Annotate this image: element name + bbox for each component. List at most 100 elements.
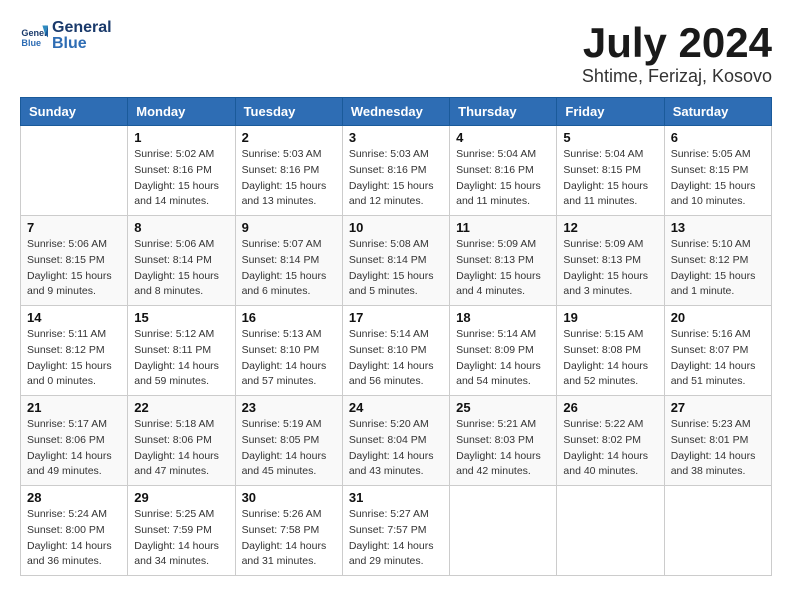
day-number: 21 [27, 400, 121, 415]
calendar-week-row: 14 Sunrise: 5:11 AMSunset: 8:12 PMDayligh… [21, 306, 772, 396]
calendar-cell: 24Sunrise: 5:20 AMSunset: 8:04 PMDayligh… [342, 396, 449, 486]
day-number: 5 [563, 130, 657, 145]
day-info: Sunrise: 5:05 AMSunset: 8:15 PMDaylight:… [671, 147, 765, 210]
day-info: Sunrise: 5:24 AMSunset: 8:00 PMDaylight:… [27, 507, 121, 570]
logo-text-general: General [52, 20, 112, 36]
day-number: 11 [456, 220, 550, 235]
day-number: 7 [27, 220, 121, 235]
calendar-cell [21, 126, 128, 216]
day-info: Sunrise: 5:03 AMSunset: 8:16 PMDaylight:… [349, 147, 443, 210]
day-number: 14 [27, 310, 121, 325]
day-info: Sunrise: 5:07 AMSunset: 8:14 PMDaylight:… [242, 237, 336, 300]
calendar-cell: 25 Sunrise: 5:21 AMSunset: 8:03 PMDayligh… [450, 396, 557, 486]
calendar-week-row: 28 Sunrise: 5:24 AMSunset: 8:00 PMDayligh… [21, 486, 772, 576]
day-number: 9 [242, 220, 336, 235]
day-info: Sunrise: 5:23 AMSunset: 8:01 PMDaylight:… [671, 417, 765, 480]
calendar-cell: 21 Sunrise: 5:17 AMSunset: 8:06 PMDayligh… [21, 396, 128, 486]
day-info: Sunrise: 5:09 AMSunset: 8:13 PMDaylight:… [456, 237, 550, 300]
day-number: 19 [563, 310, 657, 325]
day-info: Sunrise: 5:17 AMSunset: 8:06 PMDaylight:… [27, 417, 121, 480]
calendar-cell: 18 Sunrise: 5:14 AMSunset: 8:09 PMDayligh… [450, 306, 557, 396]
weekday-header-friday: Friday [557, 98, 664, 126]
day-info: Sunrise: 5:18 AMSunset: 8:06 PMDaylight:… [134, 417, 228, 480]
day-number: 2 [242, 130, 336, 145]
calendar-cell: 3 Sunrise: 5:03 AMSunset: 8:16 PMDaylight… [342, 126, 449, 216]
day-number: 8 [134, 220, 228, 235]
day-number: 22 [134, 400, 228, 415]
day-info: Sunrise: 5:11 AMSunset: 8:12 PMDaylight:… [27, 327, 121, 390]
day-info: Sunrise: 5:06 AMSunset: 8:14 PMDaylight:… [134, 237, 228, 300]
day-info: Sunrise: 5:21 AMSunset: 8:03 PMDaylight:… [456, 417, 550, 480]
day-info: Sunrise: 5:10 AMSunset: 8:12 PMDaylight:… [671, 237, 765, 300]
day-info: Sunrise: 5:22 AMSunset: 8:02 PMDaylight:… [563, 417, 657, 480]
calendar-cell: 31 Sunrise: 5:27 AMSunset: 7:57 PMDayligh… [342, 486, 449, 576]
day-info: Sunrise: 5:26 AMSunset: 7:58 PMDaylight:… [242, 507, 336, 570]
calendar-cell [557, 486, 664, 576]
day-number: 25 [456, 400, 550, 415]
calendar-cell: 9 Sunrise: 5:07 AMSunset: 8:14 PMDaylight… [235, 216, 342, 306]
calendar-cell [450, 486, 557, 576]
day-number: 17 [349, 310, 443, 325]
day-number: 24 [349, 400, 443, 415]
calendar-cell: 27 Sunrise: 5:23 AMSunset: 8:01 PMDayligh… [664, 396, 771, 486]
day-info: Sunrise: 5:06 AMSunset: 8:15 PMDaylight:… [27, 237, 121, 300]
calendar-cell: 4 Sunrise: 5:04 AMSunset: 8:16 PMDaylight… [450, 126, 557, 216]
day-info: Sunrise: 5:19 AMSunset: 8:05 PMDaylight:… [242, 417, 336, 480]
calendar-cell [664, 486, 771, 576]
svg-text:Blue: Blue [21, 38, 41, 48]
day-info: Sunrise: 5:16 AMSunset: 8:07 PMDaylight:… [671, 327, 765, 390]
calendar-cell: 23 Sunrise: 5:19 AMSunset: 8:05 PMDayligh… [235, 396, 342, 486]
calendar-cell: 28 Sunrise: 5:24 AMSunset: 8:00 PMDayligh… [21, 486, 128, 576]
day-info: Sunrise: 5:02 AMSunset: 8:16 PMDaylight:… [134, 147, 228, 210]
weekday-header-row: SundayMondayTuesdayWednesdayThursdayFrid… [21, 98, 772, 126]
day-number: 29 [134, 490, 228, 505]
day-number: 3 [349, 130, 443, 145]
day-number: 28 [27, 490, 121, 505]
location-subtitle: Shtime, Ferizaj, Kosovo [582, 66, 772, 87]
calendar-cell: 1Sunrise: 5:02 AMSunset: 8:16 PMDaylight… [128, 126, 235, 216]
calendar-cell: 6 Sunrise: 5:05 AMSunset: 8:15 PMDaylight… [664, 126, 771, 216]
day-info: Sunrise: 5:25 AMSunset: 7:59 PMDaylight:… [134, 507, 228, 570]
calendar-cell: 13 Sunrise: 5:10 AMSunset: 8:12 PMDayligh… [664, 216, 771, 306]
calendar-cell: 29 Sunrise: 5:25 AMSunset: 7:59 PMDayligh… [128, 486, 235, 576]
day-number: 13 [671, 220, 765, 235]
calendar-cell: 17Sunrise: 5:14 AMSunset: 8:10 PMDayligh… [342, 306, 449, 396]
calendar-cell: 19Sunrise: 5:15 AMSunset: 8:08 PMDayligh… [557, 306, 664, 396]
day-info: Sunrise: 5:04 AMSunset: 8:16 PMDaylight:… [456, 147, 550, 210]
calendar-week-row: 21 Sunrise: 5:17 AMSunset: 8:06 PMDayligh… [21, 396, 772, 486]
calendar-week-row: 1Sunrise: 5:02 AMSunset: 8:16 PMDaylight… [21, 126, 772, 216]
day-number: 6 [671, 130, 765, 145]
calendar-cell: 7 Sunrise: 5:06 AMSunset: 8:15 PMDaylight… [21, 216, 128, 306]
day-info: Sunrise: 5:09 AMSunset: 8:13 PMDaylight:… [563, 237, 657, 300]
day-info: Sunrise: 5:12 AMSunset: 8:11 PMDaylight:… [134, 327, 228, 390]
calendar-cell: 20 Sunrise: 5:16 AMSunset: 8:07 PMDayligh… [664, 306, 771, 396]
logo-icon: General Blue [20, 22, 48, 50]
weekday-header-saturday: Saturday [664, 98, 771, 126]
calendar-cell: 22 Sunrise: 5:18 AMSunset: 8:06 PMDayligh… [128, 396, 235, 486]
day-number: 27 [671, 400, 765, 415]
day-number: 4 [456, 130, 550, 145]
day-info: Sunrise: 5:14 AMSunset: 8:09 PMDaylight:… [456, 327, 550, 390]
weekday-header-sunday: Sunday [21, 98, 128, 126]
calendar-cell: 26Sunrise: 5:22 AMSunset: 8:02 PMDayligh… [557, 396, 664, 486]
day-number: 31 [349, 490, 443, 505]
day-number: 18 [456, 310, 550, 325]
day-number: 20 [671, 310, 765, 325]
weekday-header-thursday: Thursday [450, 98, 557, 126]
calendar-cell: 15Sunrise: 5:12 AMSunset: 8:11 PMDayligh… [128, 306, 235, 396]
calendar-cell: 2Sunrise: 5:03 AMSunset: 8:16 PMDaylight… [235, 126, 342, 216]
weekday-header-monday: Monday [128, 98, 235, 126]
day-number: 10 [349, 220, 443, 235]
weekday-header-tuesday: Tuesday [235, 98, 342, 126]
day-number: 23 [242, 400, 336, 415]
logo-text-blue: Blue [52, 36, 112, 52]
calendar-cell: 8 Sunrise: 5:06 AMSunset: 8:14 PMDaylight… [128, 216, 235, 306]
calendar-week-row: 7 Sunrise: 5:06 AMSunset: 8:15 PMDaylight… [21, 216, 772, 306]
day-info: Sunrise: 5:13 AMSunset: 8:10 PMDaylight:… [242, 327, 336, 390]
day-info: Sunrise: 5:04 AMSunset: 8:15 PMDaylight:… [563, 147, 657, 210]
title-block: July 2024 Shtime, Ferizaj, Kosovo [582, 20, 772, 87]
day-info: Sunrise: 5:27 AMSunset: 7:57 PMDaylight:… [349, 507, 443, 570]
calendar-cell: 16 Sunrise: 5:13 AMSunset: 8:10 PMDayligh… [235, 306, 342, 396]
day-number: 12 [563, 220, 657, 235]
day-number: 16 [242, 310, 336, 325]
